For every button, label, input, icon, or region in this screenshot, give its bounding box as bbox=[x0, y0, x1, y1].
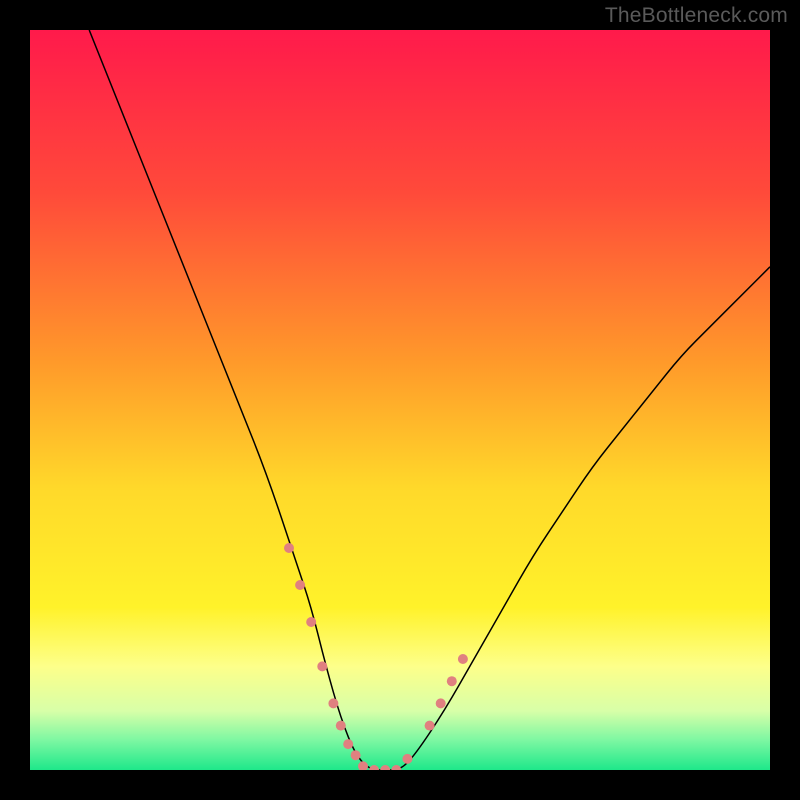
marker-dot bbox=[284, 543, 294, 553]
marker-dot bbox=[402, 754, 412, 764]
watermark-text: TheBottleneck.com bbox=[605, 4, 788, 28]
marker-dot bbox=[306, 617, 316, 627]
chart-frame: TheBottleneck.com bbox=[0, 0, 800, 800]
marker-dot bbox=[425, 721, 435, 731]
gradient-rect bbox=[30, 30, 770, 770]
plot-svg bbox=[30, 30, 770, 770]
marker-dot bbox=[351, 750, 361, 760]
plot-area bbox=[30, 30, 770, 770]
marker-dot bbox=[436, 698, 446, 708]
marker-dot bbox=[295, 580, 305, 590]
marker-dot bbox=[328, 698, 338, 708]
marker-dot bbox=[458, 654, 468, 664]
marker-dot bbox=[447, 676, 457, 686]
marker-dot bbox=[343, 739, 353, 749]
marker-dot bbox=[317, 661, 327, 671]
marker-dot bbox=[336, 721, 346, 731]
